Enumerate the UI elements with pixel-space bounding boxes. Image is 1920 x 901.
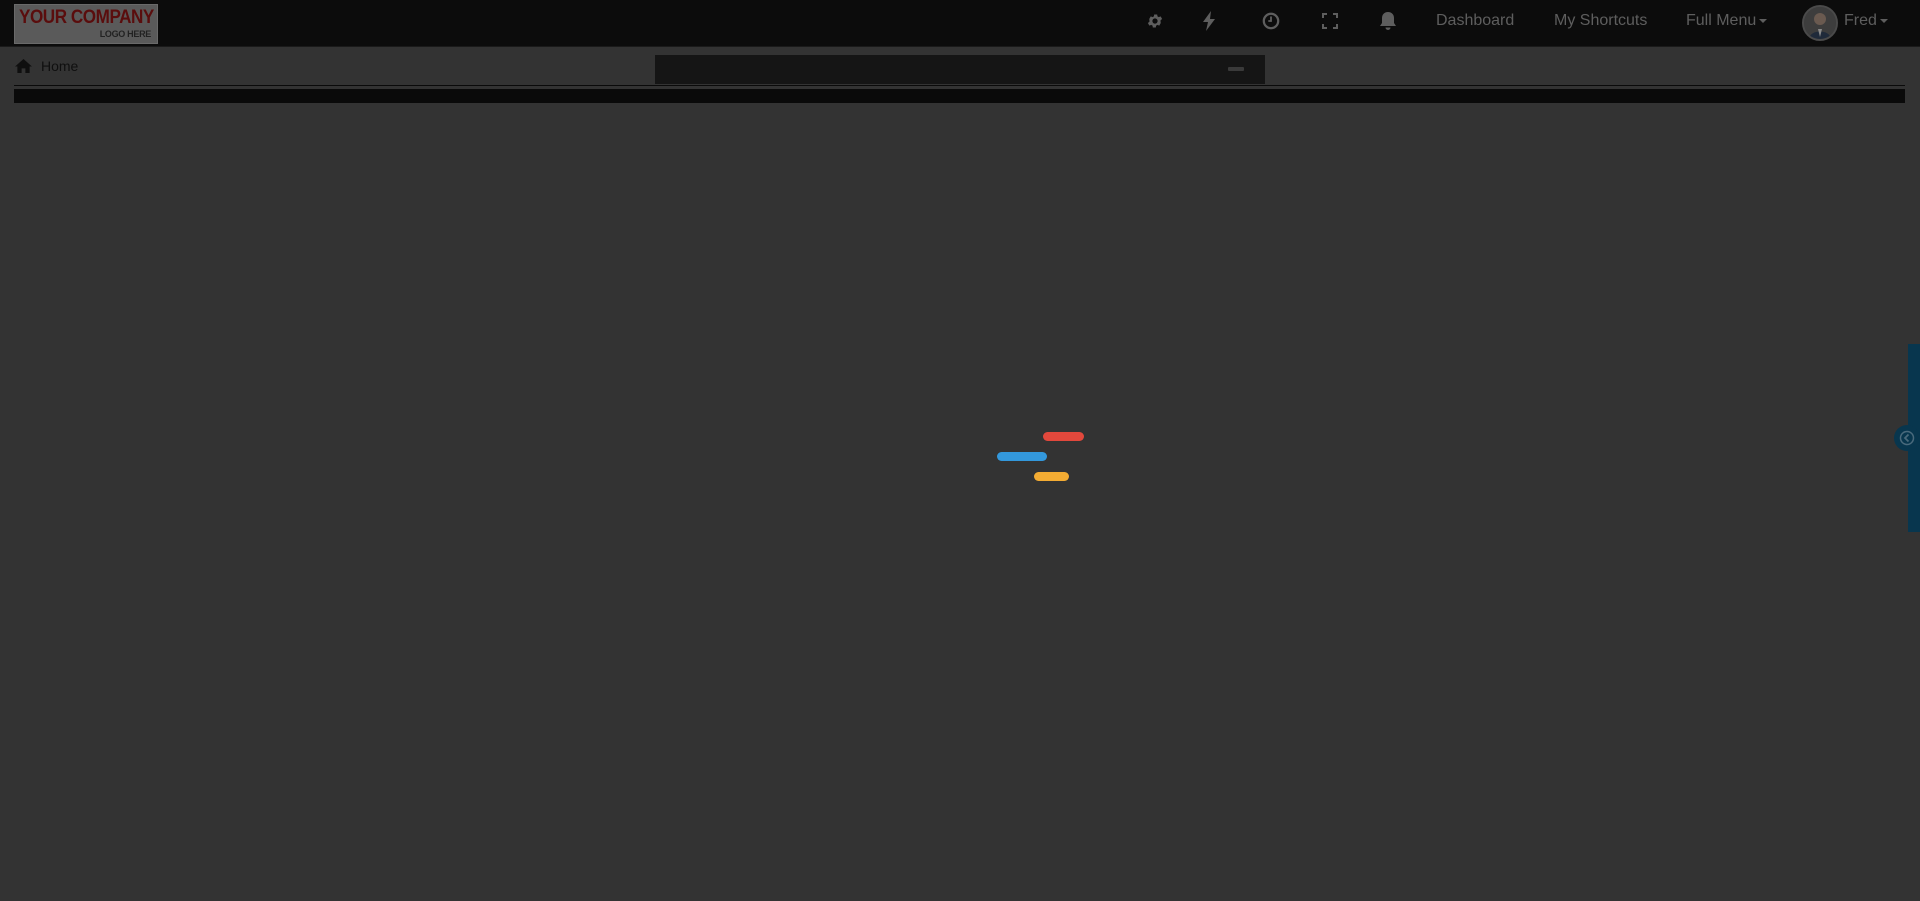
bolt-icon[interactable] bbox=[1198, 10, 1220, 32]
side-panel-toggle[interactable] bbox=[1894, 425, 1920, 451]
user-menu[interactable]: Fred bbox=[1844, 12, 1888, 30]
nav-dropdown-full-menu[interactable]: Full Menu bbox=[1686, 12, 1768, 30]
gear-icon[interactable] bbox=[1144, 10, 1166, 32]
arrow-left-circle-icon bbox=[1899, 430, 1915, 446]
loader-dash-red bbox=[1043, 432, 1084, 441]
user-name: Fred bbox=[1844, 12, 1877, 29]
content-header-bar bbox=[14, 89, 1905, 103]
bell-icon[interactable] bbox=[1377, 10, 1399, 32]
breadcrumb-home: Home bbox=[41, 58, 79, 74]
collapsed-panel-header bbox=[655, 55, 1265, 84]
breadcrumb[interactable]: Home bbox=[14, 58, 78, 74]
logo-main-text: YOUR COMPANY bbox=[19, 7, 154, 28]
logo-sub-text: LOGO HERE bbox=[99, 29, 152, 39]
chevron-down-icon bbox=[1879, 18, 1888, 23]
chevron-down-icon bbox=[1759, 18, 1768, 23]
minimize-icon[interactable] bbox=[1228, 67, 1244, 71]
divider bbox=[14, 85, 1905, 86]
nav-link-my-shortcuts[interactable]: My Shortcuts bbox=[1554, 12, 1647, 30]
loader-dash-blue bbox=[997, 452, 1047, 461]
loader-dash-yellow bbox=[1034, 472, 1069, 481]
company-logo[interactable]: YOUR COMPANY LOGO HERE bbox=[14, 4, 158, 44]
home-icon bbox=[15, 58, 32, 74]
top-navbar: YOUR COMPANY LOGO HERE Dashboard My Shor… bbox=[0, 0, 1920, 47]
avatar[interactable] bbox=[1802, 5, 1838, 41]
expand-icon[interactable] bbox=[1319, 10, 1341, 32]
nav-link-dashboard[interactable]: Dashboard bbox=[1436, 12, 1514, 30]
full-menu-label: Full Menu bbox=[1686, 12, 1757, 29]
clock-icon[interactable] bbox=[1260, 10, 1282, 32]
